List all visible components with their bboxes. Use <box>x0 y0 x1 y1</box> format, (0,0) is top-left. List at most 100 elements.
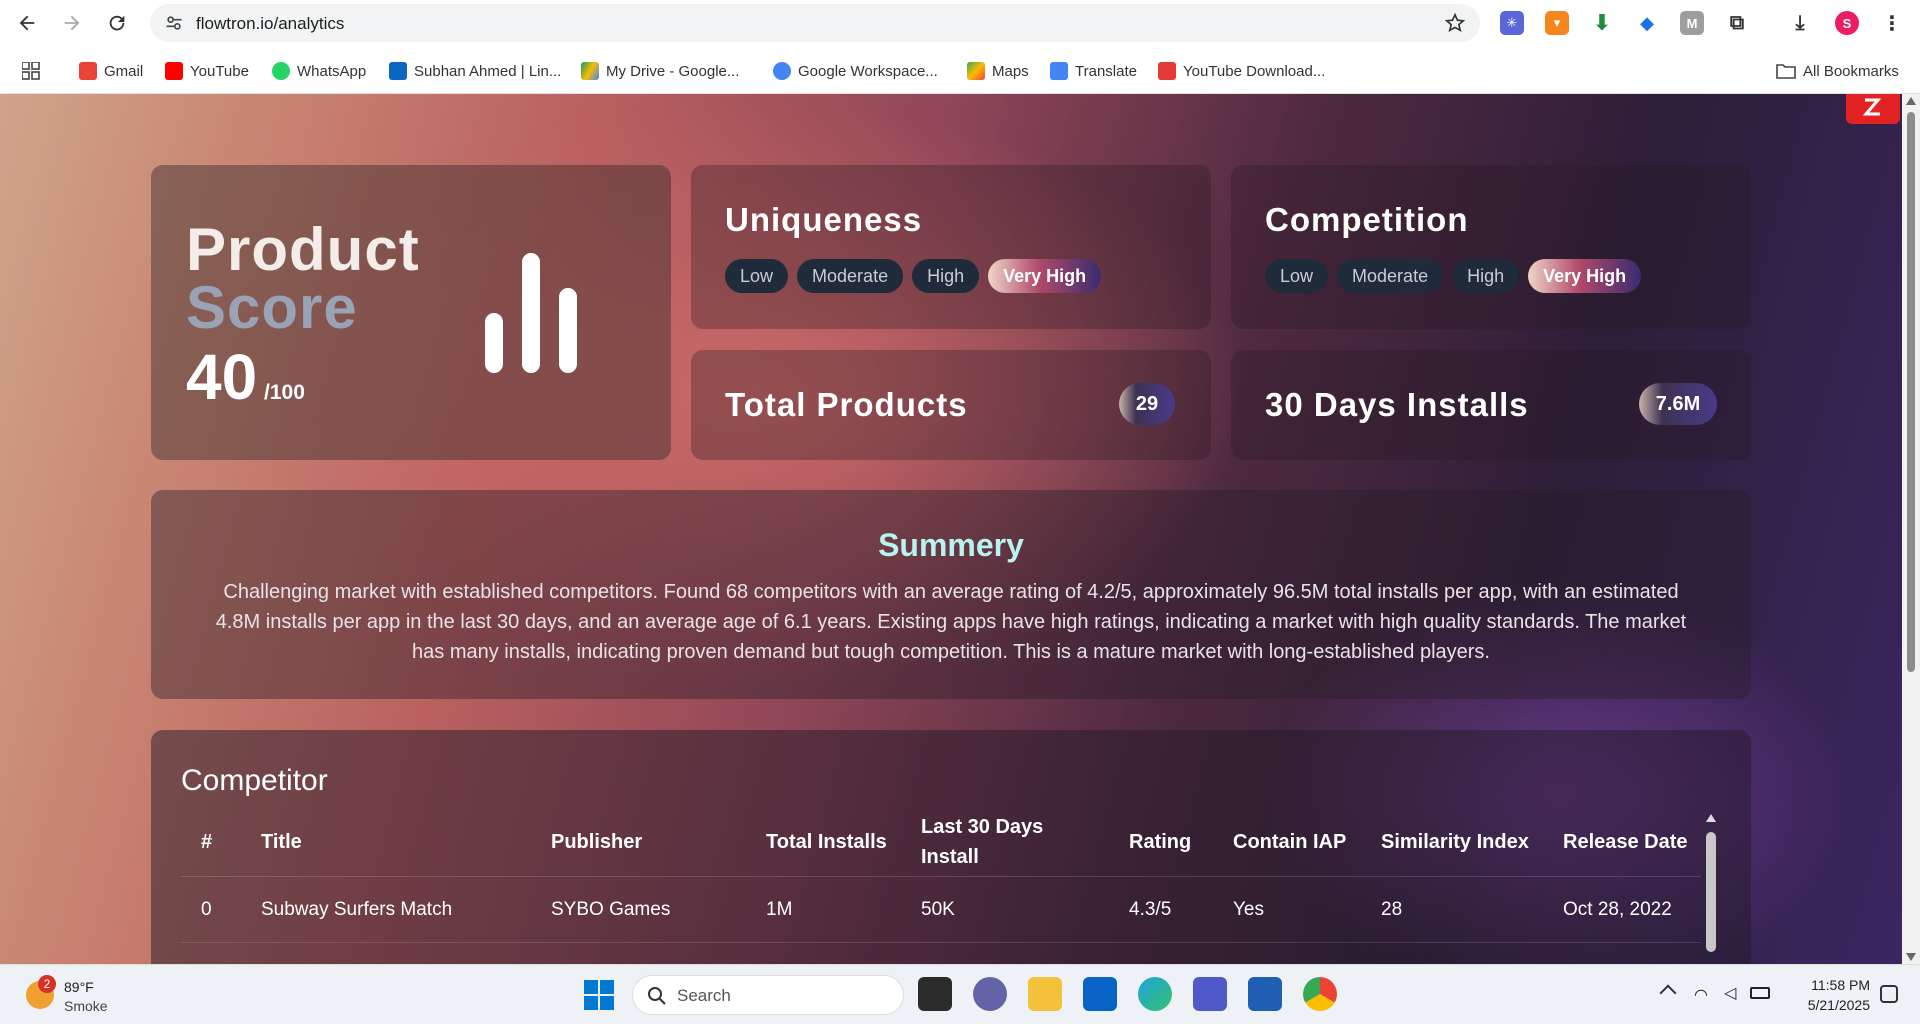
competition-card: Competition Low Moderate High Very High <box>1231 165 1751 329</box>
extension-puzzle-icon[interactable]: ✳ <box>1500 11 1524 35</box>
maps-icon <box>967 62 985 80</box>
column-header-total-installs[interactable]: Total Installs <box>746 812 901 877</box>
column-header-title[interactable]: Title <box>241 812 531 877</box>
scroll-up-arrow-icon[interactable] <box>1706 814 1716 822</box>
column-header-index[interactable]: # <box>181 812 241 877</box>
notification-badge: 2 <box>38 975 56 993</box>
downloads-icon[interactable]: ⤓ <box>1788 11 1812 35</box>
table-scrollbar[interactable] <box>1703 812 1719 952</box>
outlook-icon[interactable] <box>1083 977 1117 1011</box>
bookmark-linkedin[interactable]: Subhan Ahmed | Lin... <box>389 60 561 82</box>
cell-iap: Yes <box>1213 876 1361 943</box>
page-scrollbar[interactable] <box>1902 94 1920 964</box>
battery-icon[interactable] <box>1750 987 1770 999</box>
chat-icon[interactable] <box>973 977 1007 1011</box>
column-header-rating[interactable]: Rating <box>1109 812 1213 877</box>
tag-extension-icon[interactable]: ◆ <box>1635 11 1659 35</box>
volume-icon[interactable]: ◁ <box>1724 983 1736 1003</box>
address-bar[interactable]: flowtron.io/analytics <box>150 4 1480 42</box>
metamask-icon[interactable]: ▾ <box>1545 11 1569 35</box>
store-icon[interactable] <box>1248 977 1282 1011</box>
column-header-publisher[interactable]: Publisher <box>531 812 746 877</box>
bookmark-whatsapp[interactable]: WhatsApp <box>272 60 366 82</box>
windows-start-icon[interactable] <box>584 980 614 1010</box>
file-explorer-icon[interactable] <box>1028 977 1062 1011</box>
bookmark-translate[interactable]: Translate <box>1050 60 1137 82</box>
clock-time: 11:58 PM <box>1811 977 1870 993</box>
competition-level-high: High <box>1452 259 1520 293</box>
red-corner-badge[interactable] <box>1846 94 1900 124</box>
windows-taskbar: 2 89°F Smoke Search ◠ ◁ 11:58 PM 5/21/20… <box>0 964 1920 1024</box>
total-products-title: Total Products <box>725 386 968 423</box>
bookmark-label: My Drive - Google... <box>606 62 740 80</box>
summary-title: Summery <box>878 527 1024 563</box>
table-row[interactable]: 0 Subway Surfers Match SYBO Games 1M 50K… <box>181 876 1701 943</box>
wifi-icon[interactable]: ◠ <box>1694 985 1708 1005</box>
reload-button[interactable] <box>103 9 131 37</box>
column-header-release-date[interactable]: Release Date <box>1543 812 1701 877</box>
url-text[interactable]: flowtron.io/analytics <box>196 14 344 34</box>
column-header-iap[interactable]: Contain IAP <box>1213 812 1361 877</box>
total-products-badge: 29 <box>1119 383 1175 425</box>
score-title-line2: Score <box>186 274 358 341</box>
scroll-down-arrow-icon[interactable] <box>1906 953 1916 961</box>
column-header-last-30-days[interactable]: Last 30 Days Install <box>901 812 1109 877</box>
forward-button[interactable] <box>58 9 86 37</box>
edge-icon[interactable] <box>1138 977 1172 1011</box>
menu-kebab-icon[interactable]: ⋮ <box>1880 11 1904 35</box>
bookmarks-bar: Gmail YouTube WhatsApp Subhan Ahmed | Li… <box>0 46 1920 94</box>
cell-total-installs: 1M <box>746 876 901 943</box>
google-drive-icon <box>581 62 599 80</box>
bar-chart-icon <box>485 253 577 373</box>
bookmark-youtube-downloader[interactable]: YouTube Download... <box>1158 60 1325 82</box>
bookmark-gmail[interactable]: Gmail <box>79 60 143 82</box>
score-value: 40 <box>186 341 258 413</box>
task-view-icon[interactable] <box>918 977 952 1011</box>
m-extension-icon[interactable]: M <box>1680 11 1704 35</box>
folder-icon <box>1776 64 1796 79</box>
profile-avatar[interactable]: S <box>1835 11 1859 35</box>
competitor-title: Competitor <box>181 764 328 797</box>
download-icon <box>1158 62 1176 80</box>
bookmark-drive[interactable]: My Drive - Google... <box>581 60 739 82</box>
site-settings-icon[interactable] <box>164 13 184 33</box>
table-scroll-thumb[interactable] <box>1706 832 1716 952</box>
clock-date: 5/21/2025 <box>1807 997 1870 1013</box>
uniqueness-card: Uniqueness Low Moderate High Very High <box>691 165 1211 329</box>
extensions-icon[interactable]: ⧉ <box>1725 11 1749 35</box>
taskbar-search[interactable]: Search <box>632 975 904 1015</box>
search-icon <box>648 987 666 1005</box>
apps-grid-icon[interactable] <box>22 60 40 82</box>
all-bookmarks[interactable]: All Bookmarks <box>1776 60 1899 82</box>
summary-card: Summery Challenging market with establis… <box>151 490 1751 699</box>
youtube-icon <box>165 62 183 80</box>
column-header-similarity[interactable]: Similarity Index <box>1361 812 1543 877</box>
chrome-icon[interactable] <box>1303 977 1337 1011</box>
gmail-icon <box>79 62 97 80</box>
uniqueness-level-moderate: Moderate <box>797 259 904 293</box>
uniqueness-levels: Low Moderate High Very High <box>725 259 1102 293</box>
back-button[interactable] <box>13 9 41 37</box>
bookmark-youtube[interactable]: YouTube <box>165 60 249 82</box>
download-arrow-icon[interactable]: ⬇ <box>1590 10 1614 35</box>
bookmark-label: Gmail <box>104 62 144 80</box>
competition-levels: Low Moderate High Very High <box>1265 259 1642 293</box>
competition-level-low: Low <box>1265 259 1329 293</box>
bookmark-label: Subhan Ahmed | Lin... <box>414 62 562 80</box>
star-icon[interactable] <box>1444 12 1466 34</box>
bookmark-label: Translate <box>1075 62 1137 80</box>
bookmark-workspace[interactable]: Google Workspace... <box>773 60 938 82</box>
chevron-up-icon[interactable] <box>1659 984 1677 1002</box>
analytics-page: Product Score 40 /100 Uniqueness Low Mod… <box>0 94 1902 964</box>
notifications-bell-icon[interactable] <box>1880 985 1898 1003</box>
teams-icon[interactable] <box>1193 977 1227 1011</box>
competition-level-moderate: Moderate <box>1337 259 1444 293</box>
installs-30d-badge: 7.6M <box>1639 383 1717 425</box>
competitor-table: # Title Publisher Total Installs Last 30… <box>181 812 1701 943</box>
page-scroll-thumb[interactable] <box>1907 112 1915 672</box>
system-clock[interactable]: 11:58 PM 5/21/2025 <box>1790 975 1870 1015</box>
scroll-up-arrow-icon[interactable] <box>1906 97 1916 105</box>
cell-similarity: 28 <box>1361 876 1543 943</box>
bookmark-maps[interactable]: Maps <box>967 60 1029 82</box>
weather-widget[interactable]: 2 89°F Smoke <box>22 975 162 1017</box>
